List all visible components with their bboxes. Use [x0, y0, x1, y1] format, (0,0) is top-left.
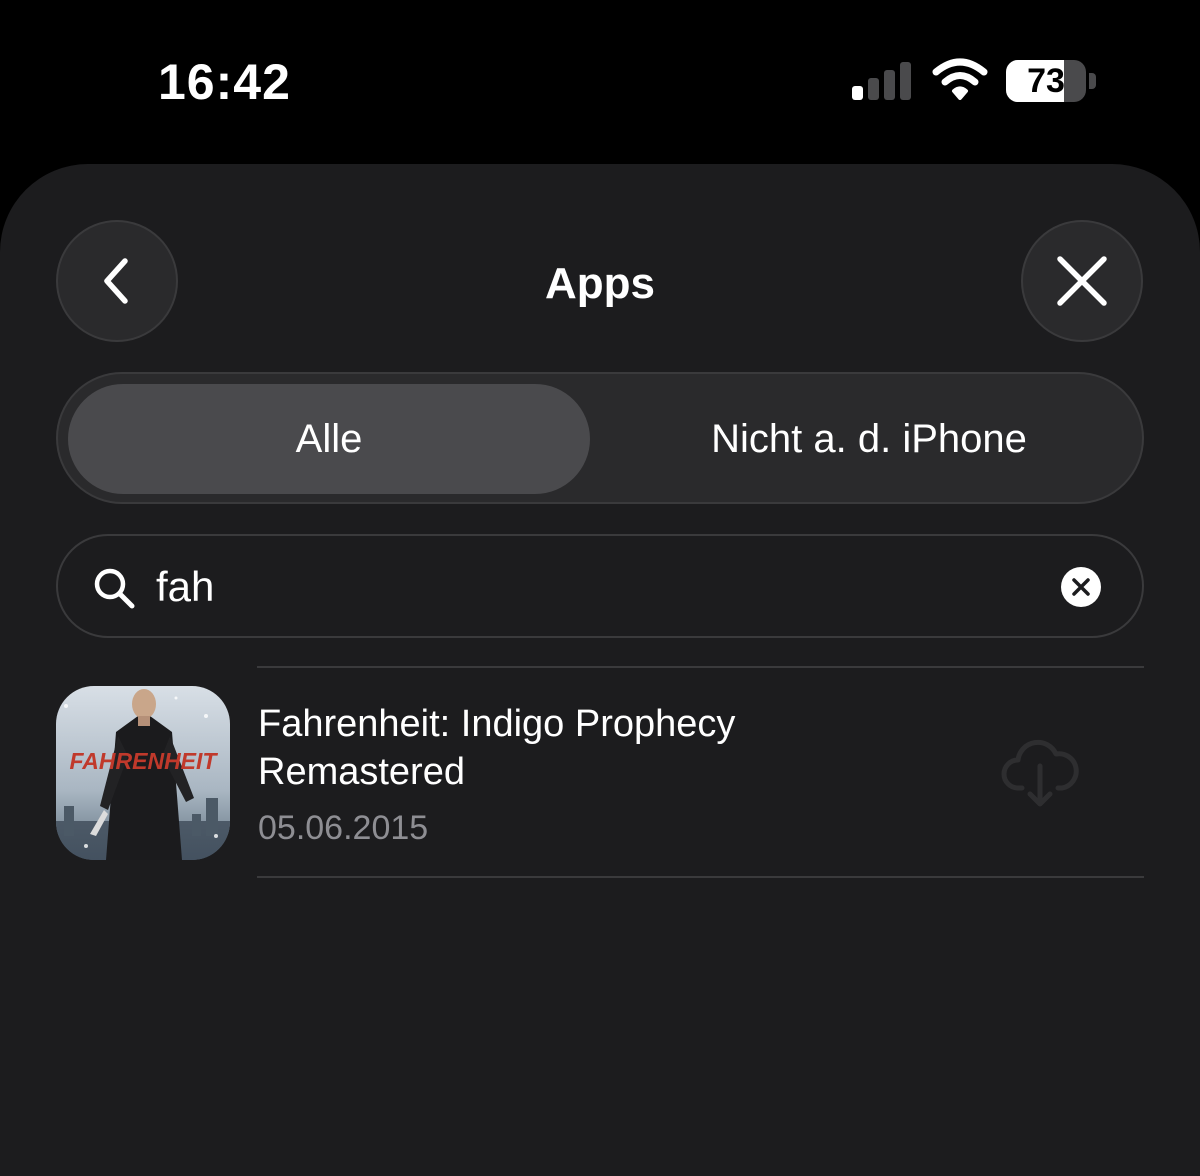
app-date: 05.06.2015 — [258, 809, 429, 847]
close-button[interactable] — [1021, 220, 1143, 342]
search-field — [56, 534, 1144, 638]
battery-cap — [1089, 73, 1096, 89]
back-button[interactable] — [56, 220, 178, 342]
status-bar: 16:42 73 — [0, 0, 1200, 160]
wifi-icon — [932, 58, 988, 100]
search-input[interactable] — [156, 556, 1036, 618]
list-item[interactable]: FAHRENHEIT Fahrenheit: Indigo Prophecy R… — [0, 668, 1200, 876]
clear-x-icon — [1072, 578, 1090, 596]
status-time: 16:42 — [158, 54, 291, 110]
fahrenheit-app-artwork: FAHRENHEIT — [56, 686, 230, 860]
segment-not-on-iphone[interactable]: Nicht a. d. iPhone — [606, 384, 1132, 494]
app-name: Fahrenheit: Indigo Prophecy Remastered — [258, 703, 736, 793]
battery-body: 73 — [1006, 60, 1086, 102]
cellular-signal-icon — [852, 62, 911, 100]
app-icon-logo-text: FAHRENHEIT — [70, 748, 219, 774]
list-divider — [257, 876, 1144, 878]
close-x-icon — [1057, 256, 1107, 306]
segment-alle[interactable]: Alle — [68, 384, 590, 494]
page-title: Apps — [545, 259, 655, 308]
search-icon — [94, 568, 135, 609]
apps-sheet: Apps Alle Nicht a. d. iPhone fah FAHRENH… — [0, 164, 1200, 1176]
filter-segmented-control: Alle Nicht a. d. iPhone — [56, 372, 1144, 504]
cloud-download-icon[interactable] — [1000, 736, 1082, 808]
chevron-left-icon — [104, 258, 128, 304]
app-icon: FAHRENHEIT — [56, 686, 230, 860]
battery-percent: 73 — [1027, 62, 1065, 100]
battery-icon: 73 — [1006, 60, 1098, 102]
clear-search-button[interactable] — [1061, 567, 1101, 607]
